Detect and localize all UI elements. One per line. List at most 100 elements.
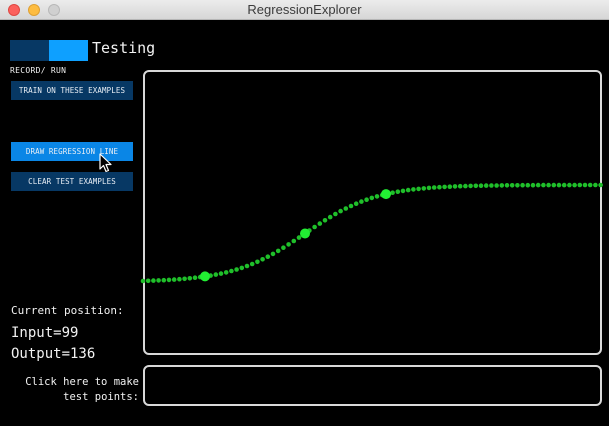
test-area-hint: Click here to make test points: <box>10 375 139 405</box>
curve-dot <box>582 182 588 188</box>
curve-dot <box>140 278 146 284</box>
curve-dot <box>239 265 245 271</box>
curve-dot <box>275 248 281 254</box>
curve-dot <box>317 221 323 226</box>
curve-dot <box>359 199 364 204</box>
record-run-toggle[interactable] <box>10 40 88 61</box>
curve-dot <box>192 275 198 280</box>
output-value: Output=136 <box>11 346 96 362</box>
test-area-hint-line1: Click here to make <box>25 376 139 388</box>
curve-dot <box>551 182 557 188</box>
clear-test-examples-button[interactable]: CLEAR TEST EXAMPLES <box>11 172 133 191</box>
train-button[interactable]: TRAIN ON THESE EXAMPLES <box>11 81 133 100</box>
curve-dot <box>494 183 499 188</box>
curve-dot <box>463 183 468 189</box>
curve-dot <box>431 185 437 190</box>
curve-dot <box>483 183 489 188</box>
curve-dot <box>286 242 291 247</box>
curve-dot <box>312 224 317 230</box>
draw-regression-line-button[interactable]: DRAW REGRESSION LINE <box>11 142 133 161</box>
curve-dot <box>400 188 406 194</box>
curve-dot <box>546 182 551 188</box>
training-point <box>381 189 391 200</box>
curve-dot <box>426 185 432 191</box>
curve-dot <box>478 183 484 188</box>
mouse-pointer-icon <box>99 153 112 173</box>
curve-dot <box>556 182 562 188</box>
curve-dot <box>520 182 525 188</box>
curve-dot <box>296 235 302 240</box>
curve-dot <box>499 183 505 188</box>
curve-dot <box>348 203 354 209</box>
curve-dot <box>281 245 286 250</box>
curve-dot <box>577 182 583 188</box>
curve-dot <box>411 187 416 192</box>
curve-dot <box>156 278 161 283</box>
curve-dot <box>333 211 338 217</box>
curve-dot <box>535 182 541 188</box>
mode-label: Testing <box>92 39 156 57</box>
curve-dot <box>541 182 546 188</box>
curve-dot <box>598 182 603 188</box>
curve-dot <box>405 187 411 193</box>
curve-dot <box>473 183 479 189</box>
curve-dot <box>213 272 219 277</box>
training-point <box>200 271 210 282</box>
toggle-record-segment[interactable] <box>10 40 49 61</box>
curve-dot <box>161 277 167 283</box>
curve-dot <box>338 208 343 214</box>
test-points-area[interactable] <box>143 365 602 406</box>
toggle-run-segment[interactable] <box>49 40 88 61</box>
curve-dot <box>561 182 567 188</box>
curve-dot <box>182 276 187 282</box>
curve-dot <box>171 277 177 282</box>
curve-dot <box>327 214 333 220</box>
curve-dot <box>530 182 536 188</box>
curve-dot <box>291 238 297 244</box>
curve-dot <box>504 183 510 188</box>
curve-dot <box>369 195 375 201</box>
curve-dot <box>395 189 401 194</box>
regression-plot[interactable] <box>140 70 603 355</box>
curve-dot <box>416 186 421 192</box>
input-value: Input=99 <box>11 325 79 341</box>
test-area-hint-line2: test points: <box>63 391 139 403</box>
curve-dot <box>489 183 494 188</box>
curve-dot <box>525 182 531 188</box>
curve-dot <box>421 186 427 191</box>
curve-dot <box>223 270 229 275</box>
curve-dot <box>437 184 442 190</box>
curve-dot <box>587 182 593 188</box>
curve-dot <box>322 218 328 223</box>
curve-dot <box>177 276 182 282</box>
curve-dot <box>593 182 598 188</box>
curve-dot <box>447 184 453 189</box>
curve-dot <box>145 278 151 284</box>
toggle-caption: RECORD/ RUN <box>10 66 67 75</box>
curve-dot <box>265 254 271 259</box>
position-heading: Current position: <box>11 304 124 317</box>
regression-curve-canvas <box>140 182 603 284</box>
curve-dot <box>442 184 447 190</box>
curve-dot <box>260 257 265 262</box>
curve-dot <box>218 271 224 276</box>
curve-dot <box>572 182 577 188</box>
app-canvas: Testing RECORD/ RUN TRAIN ON THESE EXAMP… <box>0 20 609 426</box>
curve-dot <box>509 183 515 188</box>
curve-dot <box>187 276 193 281</box>
curve-dot <box>452 184 458 189</box>
curve-dot <box>166 277 172 283</box>
curve-dot <box>353 201 359 206</box>
curve-dot <box>343 206 349 211</box>
curve-dot <box>364 197 369 202</box>
curve-dot <box>244 263 250 269</box>
curve-dot <box>468 183 473 189</box>
curve-dot <box>229 268 234 274</box>
curve-dot <box>457 183 463 189</box>
window-title: RegressionExplorer <box>247 2 362 17</box>
curve-dot <box>515 183 520 188</box>
curve-dot <box>234 267 239 272</box>
curve-dot <box>567 182 572 188</box>
curve-dot <box>270 251 276 257</box>
curve-dot <box>255 259 260 265</box>
